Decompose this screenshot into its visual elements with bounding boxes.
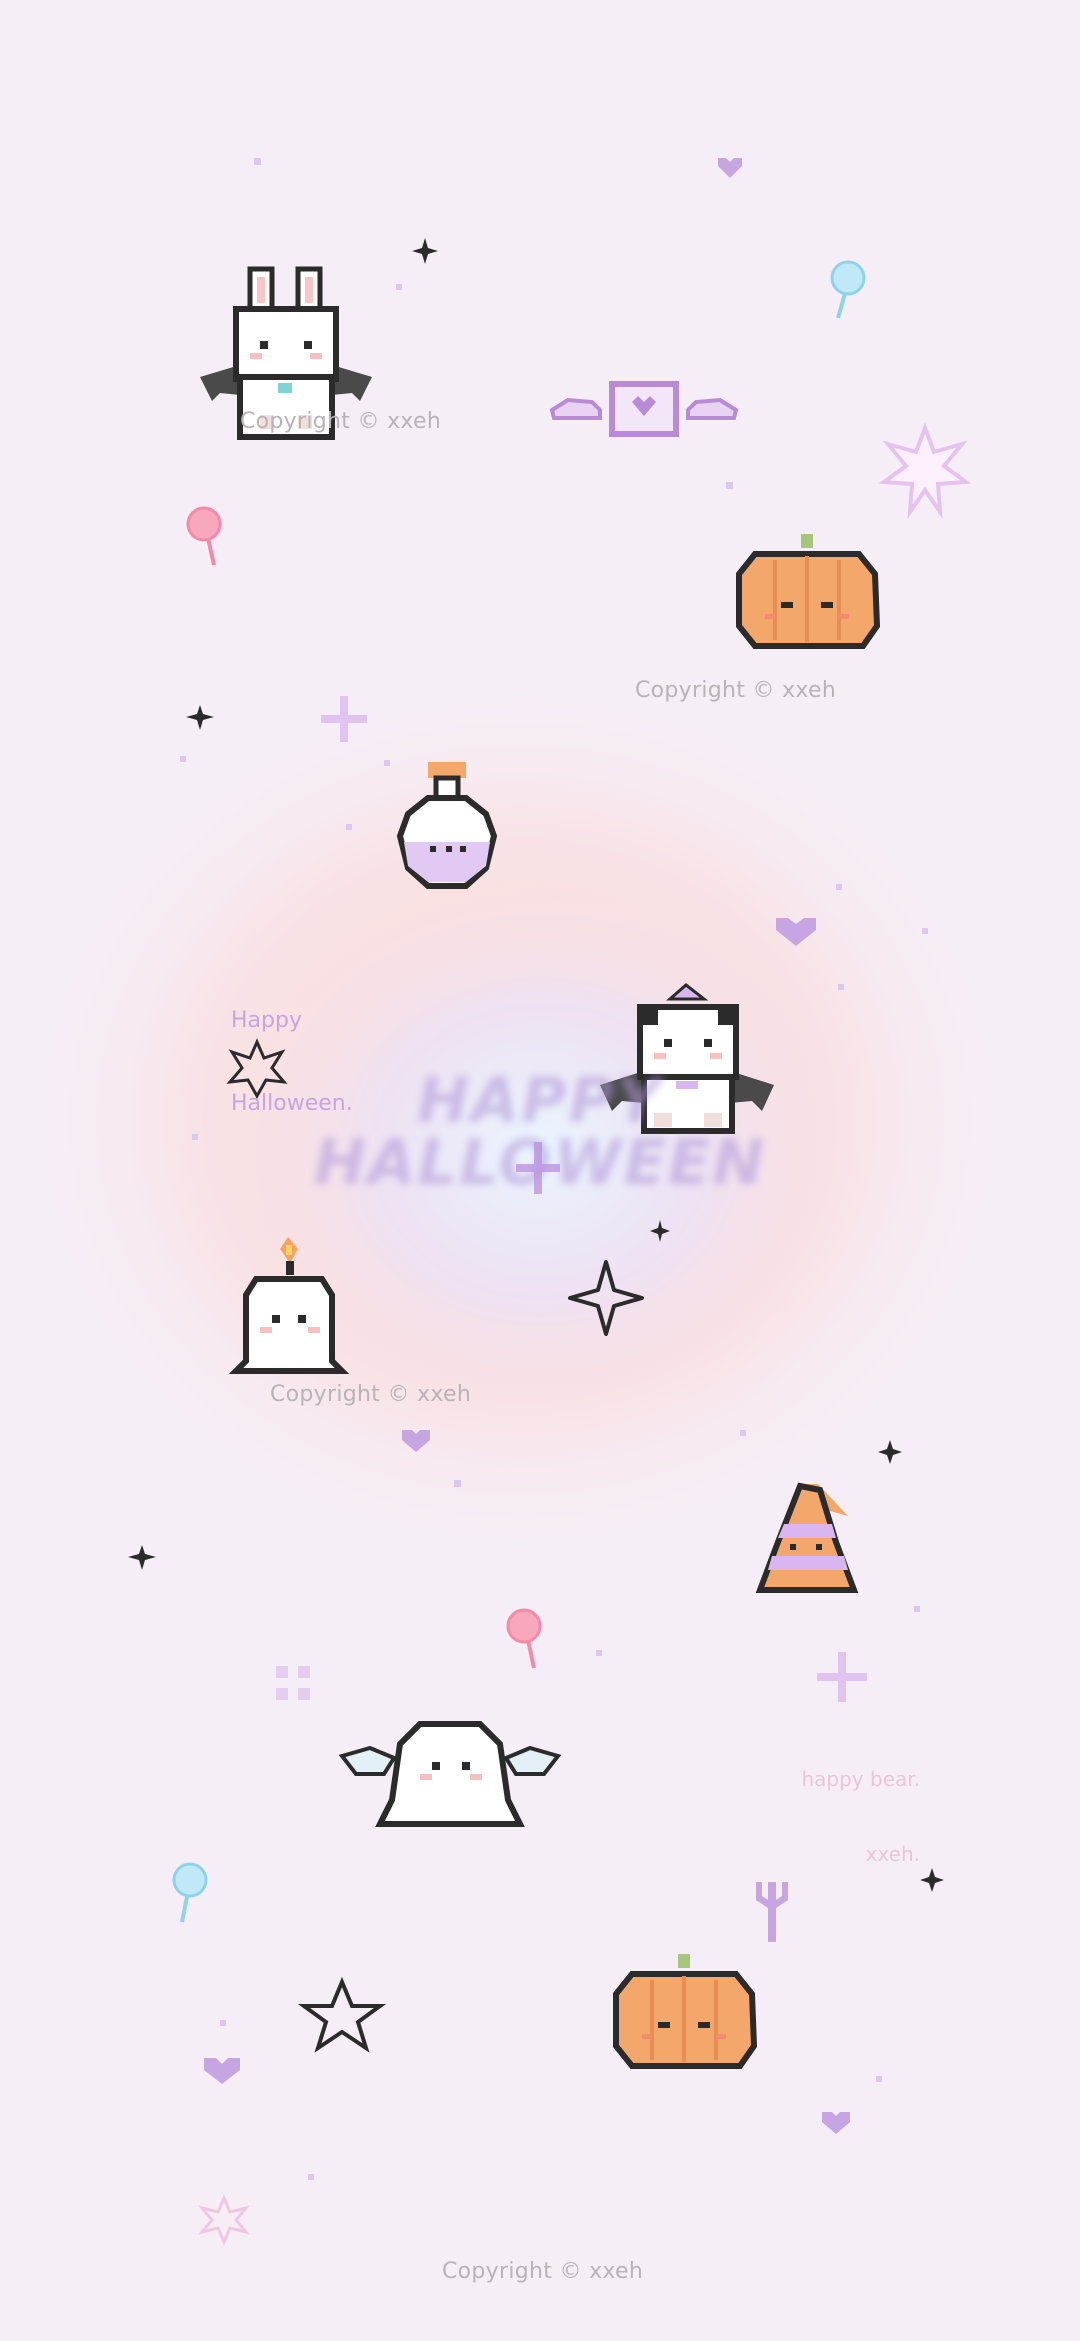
glow-title-line-1: HAPPY [417, 1064, 663, 1137]
copyright-watermark: Copyright © xxeh [270, 1382, 472, 1407]
glow-title-line-2: HALLOWEEN [313, 1126, 767, 1199]
happy-halloween-note-line-1: Happy [231, 1008, 302, 1033]
happy-halloween-glow-title: HAPPY HALLOWEEN [300, 1070, 780, 1194]
happy-bear-note-line-1: happy bear. [801, 1767, 920, 1791]
happy-halloween-note: Happy Halloween. [231, 952, 353, 1145]
happy-halloween-note-line-2: Halloween. [231, 1090, 353, 1116]
copyright-watermark: Copyright © xxeh [240, 409, 442, 434]
copyright-watermark: Copyright © xxeh [442, 2259, 644, 2284]
happy-bear-note-line-2: xxeh. [865, 1842, 920, 1866]
happy-bear-note: happy bear. xxeh. [780, 1717, 920, 1892]
copyright-watermark: Copyright © xxeh [635, 678, 837, 703]
